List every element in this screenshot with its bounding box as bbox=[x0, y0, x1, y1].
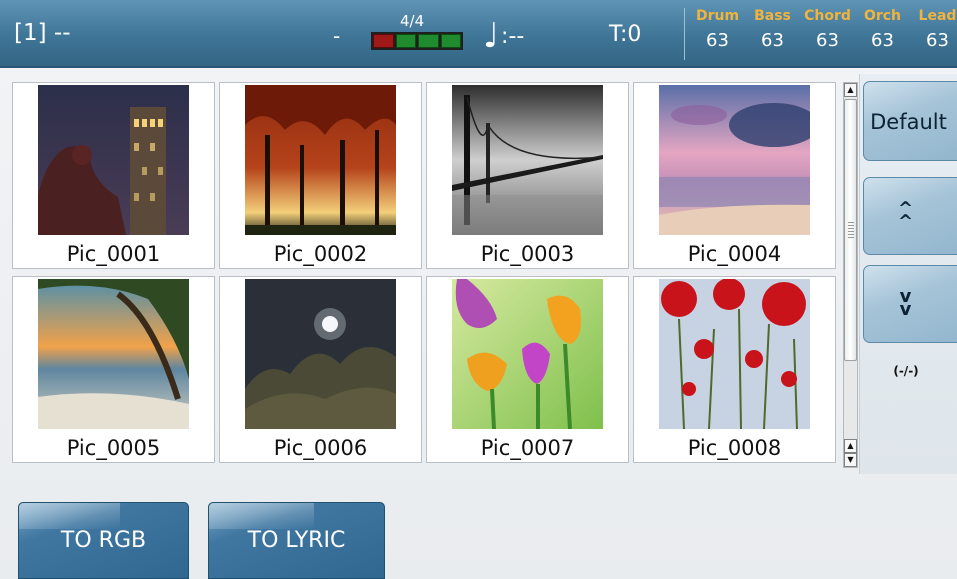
picture-thumbnail bbox=[659, 279, 810, 429]
quarter-note-icon: ♩ bbox=[483, 16, 500, 56]
picture-label: Pic_0006 bbox=[273, 436, 368, 460]
picture-tile[interactable]: Pic_0007 bbox=[426, 276, 629, 463]
mixer-channel-orch[interactable]: Orch 63 bbox=[855, 8, 910, 51]
picture-label: Pic_0008 bbox=[687, 436, 782, 460]
time-signature: 4/4 bbox=[400, 12, 425, 30]
double-chevron-down-icon: vv bbox=[899, 286, 912, 320]
to-lyric-label: TO LYRIC bbox=[247, 528, 346, 553]
picture-label: Pic_0003 bbox=[480, 242, 575, 266]
picture-tile[interactable]: Pic_0003 bbox=[426, 82, 629, 269]
page-indicator: (-/-) bbox=[893, 364, 919, 378]
picture-thumbnail bbox=[38, 279, 189, 429]
to-rgb-button[interactable]: TO RGB bbox=[18, 502, 189, 579]
picture-grid: Pic_0001 Pic_0002 Pic_0003 Pic_0004 Pic_… bbox=[12, 82, 840, 464]
mixer-channel-lead[interactable]: Lead 63 bbox=[910, 8, 957, 51]
transpose-value[interactable]: T:0 bbox=[609, 22, 641, 47]
picture-label: Pic_0002 bbox=[273, 242, 368, 266]
to-lyric-button[interactable]: TO LYRIC bbox=[208, 502, 385, 579]
picture-label: Pic_0004 bbox=[687, 242, 782, 266]
picture-label: Pic_0005 bbox=[66, 436, 161, 460]
scroll-down-arrow-icon[interactable]: ▼ bbox=[844, 453, 857, 467]
picture-tile[interactable]: Pic_0008 bbox=[633, 276, 836, 463]
picture-list-scrollbar[interactable]: ▲ ▲ ▼ bbox=[843, 82, 858, 468]
beat-cell bbox=[418, 34, 439, 48]
picture-label: Pic_0007 bbox=[480, 436, 575, 460]
double-chevron-up-icon: ^ ^ bbox=[897, 198, 914, 232]
mixer-channel-chord[interactable]: Chord 63 bbox=[800, 8, 855, 51]
picture-thumbnail bbox=[38, 85, 189, 235]
side-panel: Default ^ ^ vv (-/-) bbox=[859, 74, 957, 474]
picture-label: Pic_0001 bbox=[66, 242, 161, 266]
mixer-levels: Drum 63 Bass 63 Chord 63 Orch 63 Lead 63 bbox=[690, 8, 957, 51]
scrollbar-thumb[interactable] bbox=[844, 99, 857, 361]
mixer-channel-bass[interactable]: Bass 63 bbox=[745, 8, 800, 51]
status-bar: [1] -- - 4/4 ♩ :-- T:0 Drum 63 Bass 63 C… bbox=[0, 0, 957, 68]
divider bbox=[684, 8, 685, 60]
grip-icon bbox=[848, 222, 854, 238]
to-rgb-label: TO RGB bbox=[60, 528, 147, 553]
beat-cell bbox=[373, 34, 394, 48]
picture-thumbnail bbox=[245, 279, 396, 429]
picture-thumbnail bbox=[659, 85, 810, 235]
scroll-up-arrow-icon[interactable]: ▲ bbox=[844, 83, 857, 97]
song-slot[interactable]: [1] -- bbox=[14, 20, 71, 46]
picture-thumbnail bbox=[452, 85, 603, 235]
scroll-up-arrow-icon[interactable]: ▲ bbox=[844, 439, 857, 453]
picture-tile[interactable]: Pic_0002 bbox=[219, 82, 422, 269]
picture-tile[interactable]: Pic_0004 bbox=[633, 82, 836, 269]
page-up-button[interactable]: ^ ^ bbox=[863, 177, 957, 255]
tempo-display[interactable]: ♩ :-- bbox=[483, 18, 524, 54]
beat-meter bbox=[371, 32, 463, 50]
mixer-channel-drum[interactable]: Drum 63 bbox=[690, 8, 745, 51]
picture-thumbnail bbox=[452, 279, 603, 429]
picture-thumbnail bbox=[245, 85, 396, 235]
picture-tile[interactable]: Pic_0006 bbox=[219, 276, 422, 463]
style-name: - bbox=[333, 24, 341, 48]
picture-tile[interactable]: Pic_0001 bbox=[12, 82, 215, 269]
page-down-button[interactable]: vv bbox=[863, 265, 957, 343]
picture-tile[interactable]: Pic_0005 bbox=[12, 276, 215, 463]
default-button[interactable]: Default bbox=[863, 81, 957, 161]
beat-cell bbox=[440, 34, 461, 48]
beat-cell bbox=[395, 34, 416, 48]
tempo-value: :-- bbox=[501, 23, 525, 49]
